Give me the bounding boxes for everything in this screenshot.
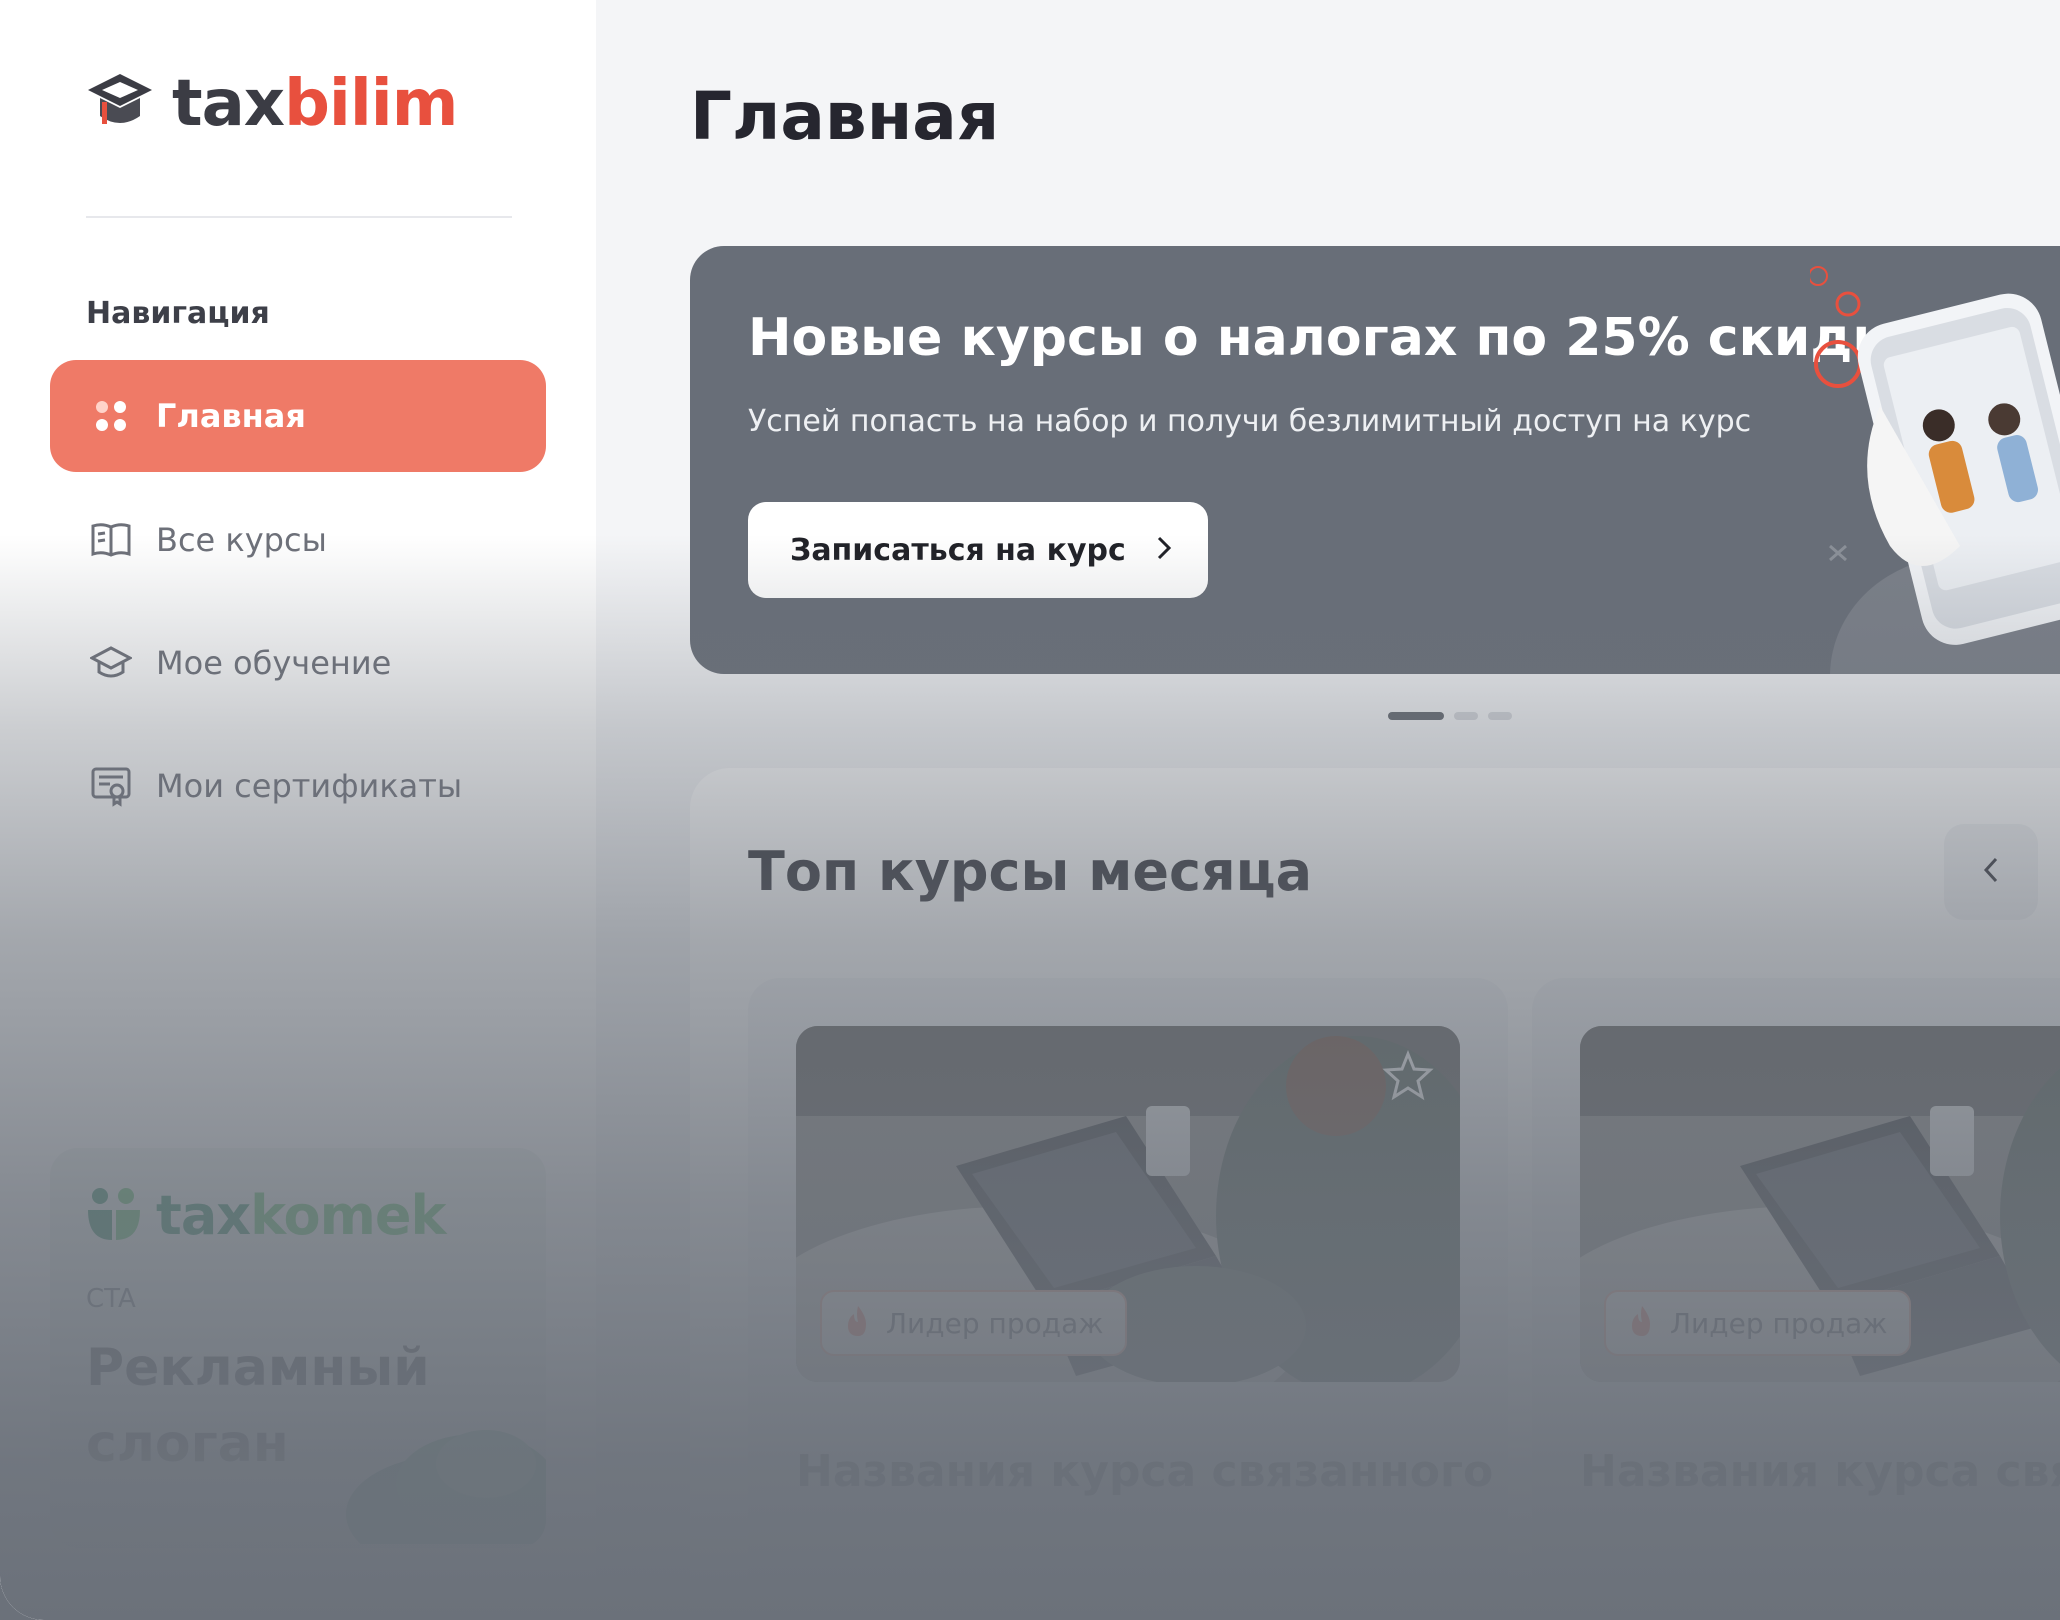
carousel-dot[interactable] xyxy=(1388,712,1444,720)
carousel-dots xyxy=(1388,712,1512,720)
book-icon xyxy=(90,519,132,561)
chevron-right-icon xyxy=(1156,535,1172,565)
enroll-button[interactable]: Записаться на курс xyxy=(748,502,1208,598)
taxkomek-promo-card[interactable]: taxkomek CTA Рекламный слоган xyxy=(50,1148,546,1548)
chevron-left-icon xyxy=(1982,856,2000,888)
fire-icon xyxy=(844,1304,872,1342)
page-title: Главная xyxy=(690,78,1000,155)
grid-dots-icon xyxy=(90,395,132,437)
phone-illustration-icon xyxy=(1808,246,2060,674)
course-card[interactable]: Лидер продаж Названия курса связанного с… xyxy=(1532,978,2060,1620)
promo-cta-label: CTA xyxy=(86,1284,136,1314)
app-frame: taxbilim Навигация Главная Все курсы Мое… xyxy=(0,0,2060,1620)
section-title: Топ курсы месяца xyxy=(748,840,1313,903)
course-image: Лидер продаж xyxy=(1580,1026,2060,1382)
course-image: Лидер продаж xyxy=(796,1026,1460,1382)
leaf-illustration-icon xyxy=(336,1404,546,1548)
nav-section-title: Навигация xyxy=(86,296,270,331)
sidebar-item-my-certificates[interactable]: Мои сертификаты xyxy=(50,730,546,842)
graduation-cap-icon xyxy=(90,642,132,684)
sidebar-item-label: Главная xyxy=(156,397,306,435)
sidebar-item-label: Все курсы xyxy=(156,521,327,559)
sidebar-item-label: Мои сертификаты xyxy=(156,767,463,805)
banner-title: Новые курсы о налогах по 25% скидке xyxy=(748,308,1923,368)
top-courses-section: Топ курсы месяца Лидер продаж Названия к… xyxy=(690,768,2060,1620)
fire-icon xyxy=(1628,1304,1656,1342)
carousel-dot[interactable] xyxy=(1454,712,1478,720)
star-icon xyxy=(1382,1049,1434,1106)
sidebar-item-label: Мое обучение xyxy=(156,644,392,682)
sidebar-item-all-courses[interactable]: Все курсы xyxy=(50,484,546,596)
course-title: Названия курса связанного с налогами и п… xyxy=(796,1446,1496,1497)
course-card[interactable]: Лидер продаж Названия курса связанного с… xyxy=(748,978,1508,1620)
certificate-icon xyxy=(90,765,132,807)
banner-subtitle: Успей попасть на набор и получи безлимит… xyxy=(748,404,1752,439)
sidebar-item-my-learning[interactable]: Мое обучение xyxy=(50,607,546,719)
bestseller-badge: Лидер продаж xyxy=(820,1290,1128,1356)
favorite-button[interactable] xyxy=(1378,1048,1438,1108)
course-title: Названия курса связанного с налогами и п… xyxy=(1580,1446,2060,1497)
carousel-prev-button[interactable] xyxy=(1944,824,2038,920)
taxkomek-logo-icon xyxy=(86,1186,142,1246)
bestseller-badge: Лидер продаж xyxy=(1604,1290,1912,1356)
promo-banner: Новые курсы о налогах по 25% скидке Успе… xyxy=(690,246,2060,674)
carousel-dot[interactable] xyxy=(1488,712,1512,720)
sidebar-item-home[interactable]: Главная xyxy=(50,360,546,472)
logo-text: taxbilim xyxy=(172,67,458,141)
taxkomek-logo: taxkomek xyxy=(86,1184,446,1247)
sidebar: taxbilim Навигация Главная Все курсы Мое… xyxy=(0,0,596,1620)
graduation-cap-logo-icon xyxy=(86,70,154,138)
taxbilim-logo[interactable]: taxbilim xyxy=(86,67,458,141)
sidebar-divider xyxy=(86,216,512,218)
